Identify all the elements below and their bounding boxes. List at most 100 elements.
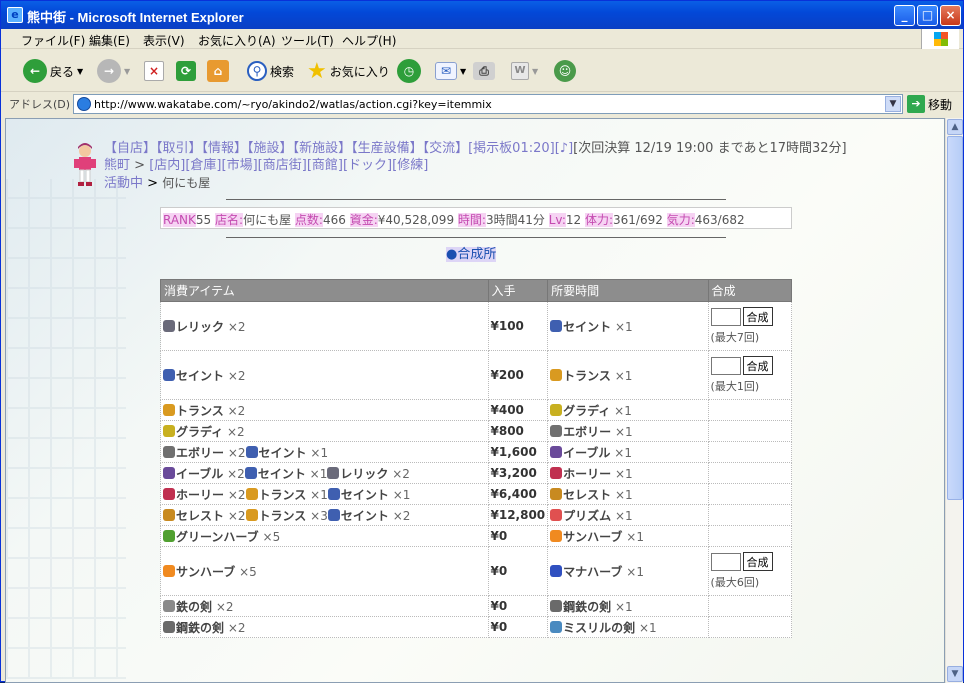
price-cell: ¥0 bbox=[487, 546, 549, 596]
search-button[interactable]: ⚲ 検索 bbox=[247, 57, 294, 85]
mp-label: 気力: bbox=[666, 213, 695, 227]
price-cell: ¥400 bbox=[487, 399, 549, 421]
mail-button[interactable]: ✉ ▼ bbox=[435, 57, 466, 85]
address-dropdown-icon[interactable]: ▼ bbox=[885, 96, 901, 112]
result-cell: マナハーブ ×1 bbox=[547, 546, 709, 596]
menu-file[interactable]: ファイル(F) bbox=[21, 32, 85, 49]
nav-training[interactable]: [修練] bbox=[392, 158, 428, 173]
mix-cell bbox=[707, 462, 793, 484]
menu-edit[interactable]: 編集(E) bbox=[89, 32, 130, 49]
address-label: アドレス(D) bbox=[9, 98, 71, 111]
mix-cell: 合成 (最大6回) bbox=[707, 546, 793, 596]
item-icon bbox=[163, 529, 175, 542]
mix-cell bbox=[707, 616, 793, 638]
nav-shopping-street[interactable]: [商店街] bbox=[258, 158, 307, 173]
nav-bbs[interactable]: [掲示板01:20] bbox=[468, 141, 555, 156]
scroll-down-icon[interactable]: ▼ bbox=[947, 666, 963, 682]
close-button[interactable]: × bbox=[940, 5, 961, 26]
dropdown-arrow-icon: ▼ bbox=[124, 66, 131, 76]
item-icon bbox=[163, 466, 175, 479]
back-arrow-icon: ← bbox=[23, 59, 47, 83]
points-value: 466 bbox=[322, 213, 346, 227]
item-icon bbox=[550, 368, 563, 381]
mix-count-input[interactable] bbox=[710, 552, 741, 571]
item-qty: ×2 bbox=[227, 403, 246, 418]
item-qty: ×2 bbox=[215, 599, 234, 614]
item-name: レリック bbox=[176, 319, 225, 334]
mix-button[interactable]: 合成 bbox=[742, 307, 773, 326]
synthesis-table: 消費アイテム 入手 所要時間 合成 レリック ×2 ¥100 セイント ×1 合成 (最… bbox=[160, 279, 793, 638]
vertical-scrollbar[interactable]: ▲ ▼ bbox=[945, 118, 963, 683]
nav-exchange[interactable]: 【交流】 bbox=[423, 141, 469, 156]
favorites-button[interactable]: ★ お気に入り bbox=[307, 57, 390, 85]
address-input[interactable] bbox=[94, 96, 874, 112]
item-name: セイント bbox=[340, 508, 389, 523]
search-icon: ⚲ bbox=[247, 61, 267, 81]
nav-music[interactable]: [♪] bbox=[555, 141, 573, 156]
item-qty: ×5 bbox=[262, 529, 281, 544]
item-icon bbox=[163, 620, 175, 633]
result-item-name: サンハーブ bbox=[563, 529, 623, 544]
home-button[interactable]: ⌂ bbox=[207, 57, 229, 85]
table-row: 鋼鉄の剣 ×2 ¥0 ミスリルの剣 ×1 bbox=[160, 616, 793, 638]
menu-tools[interactable]: ツール(T) bbox=[281, 32, 334, 49]
edit-button[interactable]: W ▼ bbox=[511, 57, 538, 85]
activity-status[interactable]: 活動中 bbox=[104, 176, 143, 191]
mix-button[interactable]: 合成 bbox=[742, 552, 773, 571]
divider bbox=[226, 199, 726, 200]
minimize-button[interactable]: _ bbox=[894, 5, 915, 26]
print-button[interactable]: ⎙ bbox=[473, 57, 495, 85]
level-value: 12 bbox=[565, 213, 582, 227]
funds-value: ¥40,528,099 bbox=[377, 213, 455, 227]
title-bar[interactable]: e 熊中街 - Microsoft Internet Explorer _ □ … bbox=[1, 1, 963, 29]
mix-cell bbox=[707, 504, 793, 526]
section-title: ●合成所 bbox=[446, 243, 497, 262]
price-cell: ¥3,200 bbox=[487, 462, 549, 484]
item-qty: ×2 bbox=[227, 466, 245, 481]
item-qty: ×2 bbox=[227, 424, 245, 439]
forward-button[interactable]: → ▼ bbox=[97, 57, 130, 85]
result-item-name: ミスリルの剣 bbox=[563, 620, 636, 635]
menu-favorites[interactable]: お気に入り(A) bbox=[198, 32, 276, 49]
refresh-button[interactable]: ⟳ bbox=[176, 57, 196, 85]
item-icon bbox=[245, 508, 258, 521]
max-count: (最大1回) bbox=[710, 380, 760, 393]
go-button[interactable]: ➔ 移動 bbox=[907, 95, 952, 113]
result-item-qty: ×1 bbox=[615, 599, 633, 614]
table-row: グラディ ×2 ¥800 エボリー ×1 bbox=[160, 420, 793, 442]
item-icon bbox=[550, 620, 563, 633]
nav-trading-house[interactable]: [商館] bbox=[307, 158, 343, 173]
consumed-items-cell: ホーリー ×2 トランス ×1 セイント ×1 bbox=[160, 483, 489, 505]
col-time: 所要時間 bbox=[547, 279, 709, 302]
address-box[interactable]: ▼ bbox=[73, 94, 903, 114]
item-icon bbox=[163, 424, 175, 437]
mail-icon: ✉ bbox=[435, 62, 457, 80]
mix-count-input[interactable] bbox=[710, 307, 741, 326]
mix-button[interactable]: 合成 bbox=[742, 356, 773, 375]
table-row: トランス ×2 ¥400 グラディ ×1 bbox=[160, 399, 793, 421]
town-link[interactable]: 熊町 bbox=[104, 158, 130, 173]
menu-help[interactable]: ヘルプ(H) bbox=[342, 32, 396, 49]
stop-button[interactable]: × bbox=[144, 57, 164, 85]
maximize-button[interactable]: □ bbox=[917, 5, 938, 26]
messenger-button[interactable]: ☺ bbox=[554, 57, 576, 85]
nav-warehouse[interactable]: [倉庫] bbox=[185, 158, 221, 173]
browser-window: e 熊中街 - Microsoft Internet Explorer _ □ … bbox=[0, 0, 964, 683]
menu-view[interactable]: 表示(V) bbox=[143, 32, 185, 49]
consumed-items-cell: レリック ×2 bbox=[160, 301, 489, 351]
nav-market[interactable]: [市場] bbox=[222, 158, 258, 173]
scroll-thumb[interactable] bbox=[947, 136, 963, 500]
history-button[interactable]: ◷ bbox=[397, 57, 421, 85]
result-item-name: エボリー bbox=[563, 424, 612, 439]
table-row: レリック ×2 ¥100 セイント ×1 合成 (最大7回) bbox=[160, 301, 793, 351]
nav-in-shop[interactable]: [店内] bbox=[149, 158, 185, 173]
address-bar: アドレス(D) ▼ ➔ 移動 bbox=[1, 93, 963, 115]
result-item-qty: ×1 bbox=[614, 368, 633, 383]
character-avatar bbox=[74, 143, 96, 186]
nav-dock[interactable]: [ドック] bbox=[343, 158, 392, 173]
item-qty: ×3 bbox=[310, 508, 328, 523]
mix-count-input[interactable] bbox=[710, 356, 741, 375]
scroll-up-icon[interactable]: ▲ bbox=[947, 119, 963, 135]
back-button[interactable]: ← 戻る ▼ bbox=[23, 57, 83, 85]
shop-value: 何にも屋 bbox=[243, 213, 292, 227]
